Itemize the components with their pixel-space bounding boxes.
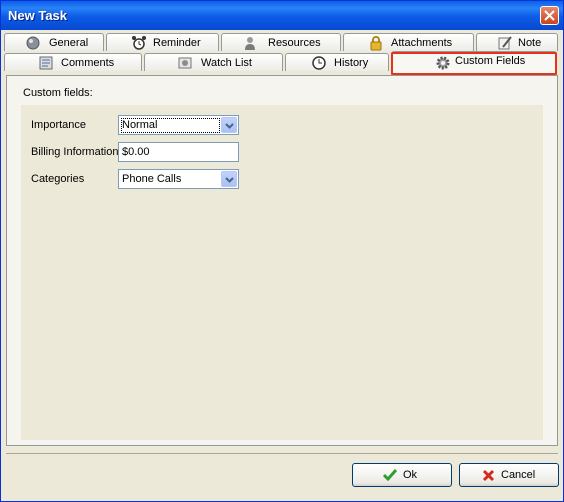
tab-history[interactable]: History [285, 53, 389, 71]
categories-dropdown-button[interactable] [221, 171, 237, 187]
tab-attachments[interactable]: Attachments [343, 33, 474, 51]
general-icon [26, 36, 40, 50]
new-task-window: New Task General Reminder Resources Atta… [0, 0, 564, 502]
categories-dropdown[interactable]: Phone Calls [118, 169, 239, 189]
cancel-x-icon [482, 469, 495, 482]
tab-reminder[interactable]: Reminder [106, 33, 219, 51]
importance-value: Normal [122, 119, 158, 131]
billing-input[interactable]: $0.00 [118, 142, 239, 162]
categories-label: Categories [31, 173, 85, 185]
cancel-button[interactable]: Cancel [459, 463, 559, 487]
window-title: New Task [8, 8, 68, 23]
custom-fields-caption: Custom fields: [23, 87, 93, 99]
tab-watch-list[interactable]: Watch List [144, 53, 283, 71]
comments-icon [39, 56, 53, 70]
lock-icon [370, 36, 382, 51]
chevron-down-icon [225, 177, 234, 183]
tab-general[interactable]: General [4, 33, 104, 51]
divider [6, 453, 558, 454]
tab-note[interactable]: Note [476, 33, 558, 51]
alarm-clock-icon [132, 36, 146, 50]
tab-comments[interactable]: Comments [4, 53, 142, 71]
categories-value: Phone Calls [122, 173, 182, 185]
title-bar[interactable]: New Task [1, 1, 563, 30]
close-icon [544, 10, 555, 21]
billing-value: $0.00 [122, 146, 150, 158]
custom-fields-highlight [391, 52, 557, 75]
note-icon [498, 36, 512, 50]
tab-resources[interactable]: Resources [221, 33, 341, 51]
importance-dropdown[interactable]: Normal [118, 115, 239, 135]
checkmark-icon [383, 469, 397, 481]
close-button[interactable] [540, 6, 559, 25]
importance-dropdown-button[interactable] [221, 117, 237, 133]
ok-button[interactable]: Ok [352, 463, 452, 487]
watch-list-icon [178, 57, 192, 69]
person-icon [245, 37, 255, 50]
chevron-down-icon [225, 123, 234, 129]
importance-label: Importance [31, 119, 87, 131]
billing-label: Billing Information [31, 146, 119, 158]
history-icon [312, 56, 326, 70]
